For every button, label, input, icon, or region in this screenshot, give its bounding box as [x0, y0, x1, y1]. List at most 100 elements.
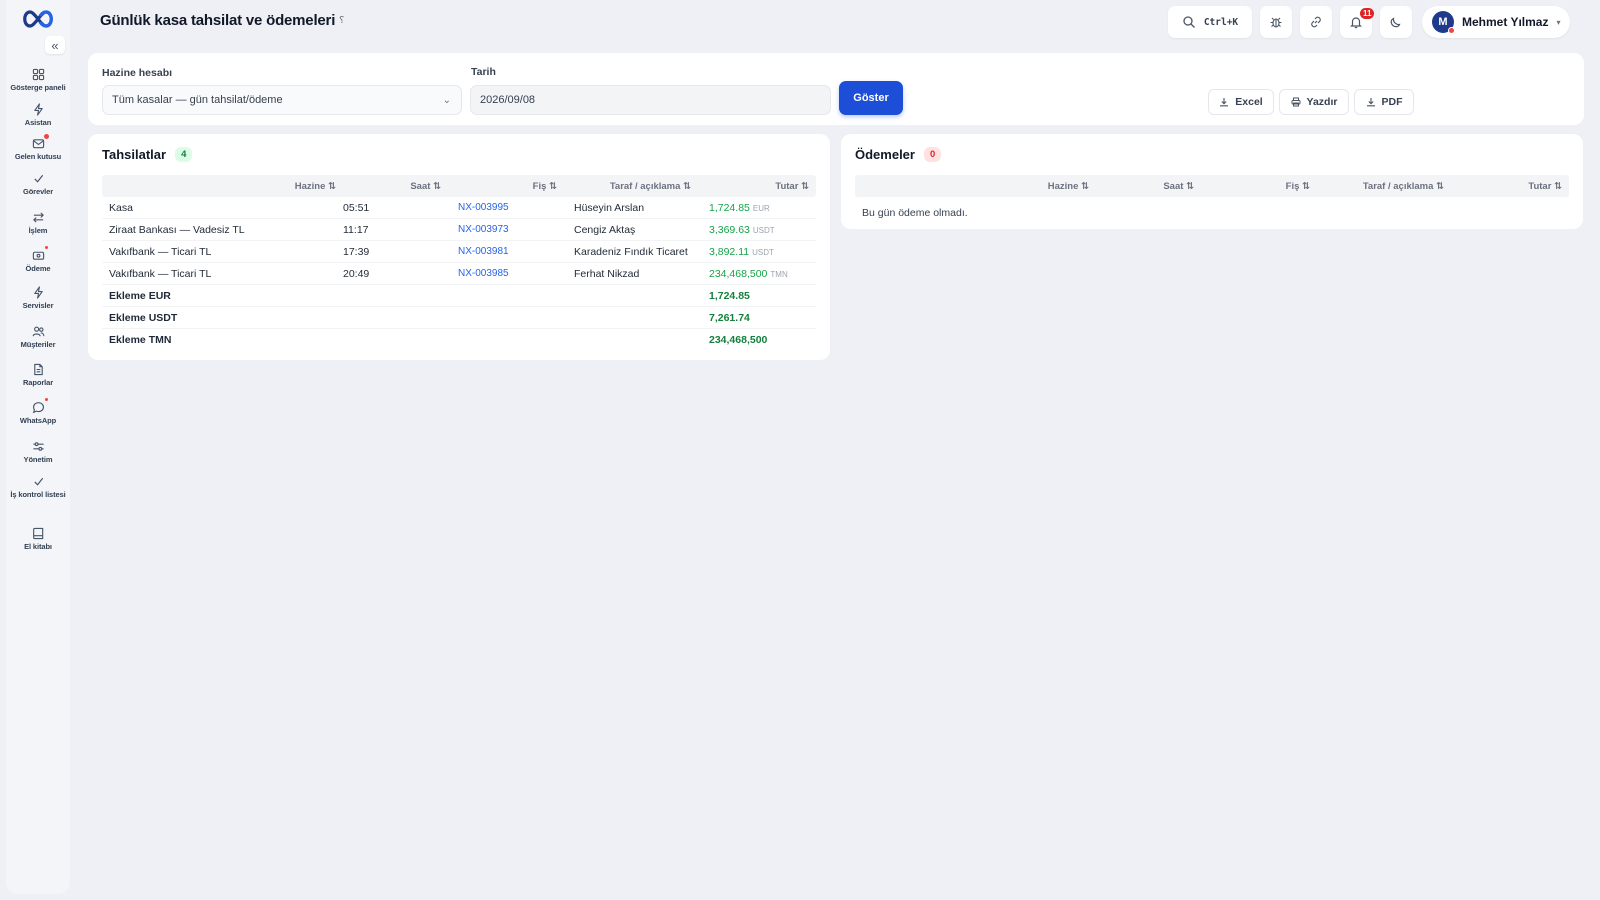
- card-icon: [31, 246, 48, 262]
- column-header-time[interactable]: Saat ⇅: [410, 181, 441, 192]
- sidebar-item-label: Müşteriler: [20, 340, 56, 349]
- sidebar-item-dashboard[interactable]: Gösterge paneli: [6, 67, 70, 92]
- download-icon: [1366, 98, 1375, 107]
- bolt-icon: [31, 285, 45, 299]
- account-label: Hazine hesabı: [102, 67, 173, 79]
- currency-code: TMN: [770, 270, 788, 279]
- status-dot: [45, 398, 48, 401]
- table-row[interactable]: Ziraat Bankası — Vadesiz TL 11:17 NX-003…: [102, 219, 816, 241]
- sidebar-item-label: Servisler: [22, 301, 54, 310]
- column-header-party[interactable]: Taraf / açıklama ⇅: [610, 181, 691, 192]
- cell-time: 17:39: [343, 246, 370, 258]
- collapse-sidebar-button[interactable]: «: [45, 36, 65, 54]
- cell-amount: 3,369.63 USDT: [709, 224, 775, 236]
- pdf-label: PDF: [1381, 96, 1403, 108]
- search-shortcut: Ctrl+K: [1203, 16, 1239, 28]
- search-icon: [1183, 16, 1195, 28]
- pdf-export-button[interactable]: PDF: [1354, 89, 1414, 115]
- sidebar-item-label: İşlem: [28, 226, 48, 235]
- table-row[interactable]: Kasa 05:51 NX-003995 Hüseyin Arslan 1,72…: [102, 197, 816, 219]
- search-button[interactable]: Ctrl+K: [1168, 6, 1252, 38]
- sidebar-item-label: El kitabı: [24, 542, 52, 551]
- infinity-logo-icon[interactable]: [20, 8, 56, 30]
- sidebar-item-label: Görevler: [22, 187, 54, 196]
- total-row: Ekleme USDT 7,261.74: [102, 307, 816, 329]
- users-icon: [31, 324, 45, 338]
- grid-icon: [31, 67, 45, 81]
- print-label: Yazdır: [1306, 96, 1338, 108]
- avatar: M: [1432, 11, 1455, 34]
- excel-export-button[interactable]: Excel: [1208, 89, 1274, 115]
- receipt-link[interactable]: NX-003985: [458, 268, 509, 279]
- show-button[interactable]: Göster: [839, 81, 903, 115]
- column-header-party[interactable]: Taraf / açıklama ⇅: [1363, 181, 1444, 192]
- total-label: Ekleme EUR: [109, 290, 171, 302]
- payments-table-header: Hazine ⇅ Saat ⇅ Fiş ⇅ Taraf / açıklama ⇅…: [855, 175, 1569, 197]
- table-row[interactable]: Vakıfbank — Ticari TL 20:49 NX-003985 Fe…: [102, 263, 816, 285]
- cell-time: 20:49: [343, 268, 370, 280]
- link-button[interactable]: [1300, 6, 1332, 38]
- sidebar-item-payment[interactable]: Ödeme: [6, 246, 70, 273]
- print-button[interactable]: Yazdır: [1279, 89, 1349, 115]
- sidebar: « Gösterge paneli Asistan Gelen kutusu G…: [6, 0, 70, 894]
- empty-state-text: Bu gün ödeme olmadı.: [862, 207, 968, 219]
- sidebar-item-services[interactable]: Servisler: [6, 285, 70, 310]
- inbox-icon: [31, 134, 49, 150]
- filter-panel: Hazine hesabı Tüm kasalar — gün tahsilat…: [88, 53, 1584, 125]
- total-amount: 234,468,500: [709, 334, 768, 346]
- cell-treasury: Vakıfbank — Ticari TL: [109, 268, 212, 280]
- sidebar-item-customers[interactable]: Müşteriler: [6, 324, 70, 349]
- column-header-receipt[interactable]: Fiş ⇅: [1286, 181, 1310, 192]
- bolt-icon: [31, 102, 45, 116]
- column-header-time[interactable]: Saat ⇅: [1163, 181, 1194, 192]
- receipt-link[interactable]: NX-003973: [458, 224, 509, 235]
- sidebar-item-management[interactable]: Yönetim: [6, 439, 70, 464]
- total-label: Ekleme TMN: [109, 334, 172, 346]
- collections-count-badge: 4: [175, 147, 193, 162]
- sidebar-item-inbox[interactable]: Gelen kutusu: [6, 134, 70, 161]
- date-field[interactable]: 2026/09/08: [470, 85, 831, 115]
- dark-mode-toggle[interactable]: [1380, 6, 1412, 38]
- sidebar-item-checklist[interactable]: İş kontrol listesi: [6, 474, 70, 499]
- book-icon: [31, 526, 45, 540]
- receipt-link[interactable]: NX-003981: [458, 246, 509, 257]
- sidebar-item-transaction[interactable]: İşlem: [6, 210, 70, 235]
- sidebar-item-assistant[interactable]: Asistan: [6, 102, 70, 127]
- user-name: Mehmet Yılmaz: [1462, 15, 1549, 29]
- user-menu-button[interactable]: M Mehmet Yılmaz ▾: [1422, 6, 1570, 38]
- pin-icon[interactable]: ⸮: [339, 15, 344, 26]
- notifications-button[interactable]: 11: [1340, 6, 1375, 38]
- sidebar-item-tasks[interactable]: Görevler: [6, 171, 70, 196]
- bug-report-button[interactable]: [1260, 6, 1292, 38]
- notification-count-badge: 11: [1360, 8, 1375, 19]
- receipt-link[interactable]: NX-003995: [458, 202, 509, 213]
- cell-party: Karadeniz Fındık Ticaret: [574, 246, 688, 258]
- column-header-treasury[interactable]: Hazine ⇅: [1048, 181, 1089, 192]
- cell-party: Cengiz Aktaş: [574, 224, 636, 236]
- currency-code: USDT: [752, 248, 774, 257]
- treasury-account-select[interactable]: Tüm kasalar — gün tahsilat/ödeme ⌄: [102, 85, 462, 115]
- check-icon: [31, 171, 45, 185]
- column-header-amount[interactable]: Tutar ⇅: [775, 181, 809, 192]
- cell-amount: 3,892.11 USDT: [709, 246, 774, 258]
- table-row[interactable]: Vakıfbank — Ticari TL 17:39 NX-003981 Ka…: [102, 241, 816, 263]
- total-row: Ekleme EUR 1,724.85: [102, 285, 816, 307]
- cell-party: Ferhat Nikzad: [574, 268, 640, 280]
- column-header-amount[interactable]: Tutar ⇅: [1528, 181, 1562, 192]
- amount-value: 1,724.85: [709, 202, 750, 214]
- cell-time: 05:51: [343, 202, 370, 214]
- column-header-receipt[interactable]: Fiş ⇅: [533, 181, 557, 192]
- collections-title: Tahsilatlar 4: [102, 147, 193, 162]
- sidebar-item-whatsapp[interactable]: WhatsApp: [6, 398, 70, 425]
- collections-table-header: Hazine ⇅ Saat ⇅ Fiş ⇅ Taraf / açıklama ⇅…: [102, 175, 816, 197]
- sidebar-item-handbook[interactable]: El kitabı: [6, 526, 70, 551]
- column-header-treasury[interactable]: Hazine ⇅: [295, 181, 336, 192]
- check-icon: [31, 474, 45, 488]
- sidebar-item-reports[interactable]: Raporlar: [6, 362, 70, 387]
- collections-card: Tahsilatlar 4 Hazine ⇅ Saat ⇅ Fiş ⇅ Tara…: [88, 134, 830, 360]
- currency-code: USDT: [752, 226, 775, 235]
- payments-title: Ödemeler 0: [855, 147, 942, 162]
- date-label: Tarih: [471, 66, 496, 78]
- treasury-account-value: Tüm kasalar — gün tahsilat/ödeme: [112, 94, 283, 106]
- cell-treasury: Ziraat Bankası — Vadesiz TL: [109, 224, 245, 236]
